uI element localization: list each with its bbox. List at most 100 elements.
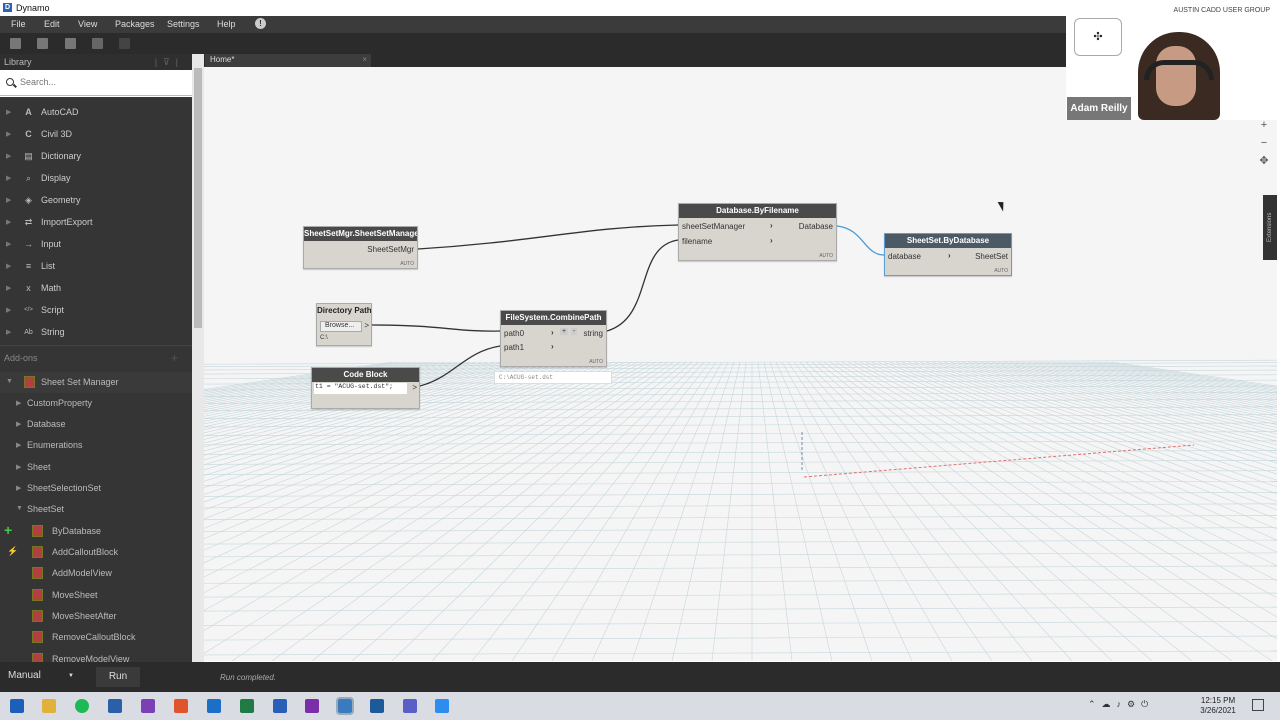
output-port[interactable]: SheetSet — [975, 252, 1008, 261]
expand-arrow-icon: ▶ — [16, 485, 22, 492]
wire-combine-path[interactable] — [606, 239, 679, 332]
output-port[interactable]: > — [412, 383, 417, 392]
outlook-icon[interactable] — [207, 699, 221, 713]
wire-database[interactable] — [836, 225, 885, 256]
library-scrollbar[interactable] — [192, 54, 204, 662]
node-database-byfilename[interactable]: Database.ByFilename sheetSetManager › fi… — [678, 203, 837, 261]
add-package-icon[interactable]: + — [171, 351, 178, 365]
app-icon[interactable] — [370, 699, 384, 713]
node-item-bydatabase[interactable]: + ByDatabase — [0, 521, 192, 542]
output-port[interactable]: > — [364, 321, 369, 330]
menu-file[interactable]: File — [11, 19, 26, 29]
library-category-input[interactable]: ▶ → Input — [0, 234, 192, 256]
notification-center-icon[interactable] — [1252, 699, 1264, 711]
scroll-thumb[interactable] — [194, 68, 202, 328]
menu-help[interactable]: Help — [217, 19, 236, 29]
zoom-icon[interactable] — [435, 699, 449, 713]
file-explorer-icon[interactable] — [42, 699, 56, 713]
expand-arrow-icon: ▶ — [6, 307, 12, 314]
zoom-out-icon[interactable]: − — [1255, 134, 1273, 152]
node-directory-path[interactable]: Directory Path Browse... > C:\ — [316, 303, 372, 346]
node-item-movesheetafter[interactable]: MoveSheetAfter — [0, 606, 192, 627]
node-code-block[interactable]: Code Block t1 = "ACUG-set.dst"; > — [311, 367, 420, 409]
menu-packages[interactable]: Packages — [115, 19, 155, 29]
system-tray-icons[interactable]: ⌃☁♪⚙⏻ — [1088, 699, 1154, 710]
library-category-display[interactable]: ▶ ⌕ Display — [0, 168, 192, 190]
subcategory-database[interactable]: ▶ Database — [0, 414, 192, 435]
library-category-civil3d[interactable]: ▶ C Civil 3D — [0, 124, 192, 146]
subcategory-customproperty[interactable]: ▶ CustomProperty — [0, 393, 192, 414]
menu-edit[interactable]: Edit — [44, 19, 60, 29]
browse-button[interactable]: Browse... — [320, 321, 362, 332]
preview-bubble[interactable]: C:\ACUG-set.dst — [494, 371, 612, 384]
dynamo-taskbar-icon[interactable] — [336, 697, 354, 715]
subcategory-sheetselectionset[interactable]: ▶ SheetSelectionSet — [0, 478, 192, 499]
node-item-addcalloutblock[interactable]: ⚡ AddCalloutBlock — [0, 542, 192, 563]
node-sheetset-bydatabase[interactable]: SheetSet.ByDatabase database › SheetSet … — [884, 233, 1012, 276]
expand-arrow-icon: ▶ — [6, 241, 12, 248]
teams-icon[interactable] — [403, 699, 417, 713]
library-category-geometry[interactable]: ▶ ◈ Geometry — [0, 190, 192, 212]
menu-view[interactable]: View — [78, 19, 97, 29]
calculator-icon[interactable] — [108, 699, 122, 713]
node-label: RemoveCalloutBlock — [52, 632, 136, 642]
run-button[interactable]: Run — [96, 667, 140, 687]
undo-icon[interactable] — [92, 38, 103, 49]
subcategory-enumerations[interactable]: ▶ Enumerations — [0, 435, 192, 456]
tab-home[interactable]: Home* × — [205, 54, 371, 67]
brave-browser-icon[interactable] — [174, 699, 188, 713]
node-item-removecalloutblock[interactable]: RemoveCalloutBlock — [0, 627, 192, 648]
library-category-string[interactable]: ▶ Ab String — [0, 322, 192, 344]
input-port-path0[interactable]: path0 — [504, 329, 524, 338]
library-category-dictionary[interactable]: ▶ ▤ Dictionary — [0, 146, 192, 168]
visual-studio-icon[interactable] — [141, 699, 155, 713]
menu-settings[interactable]: Settings — [167, 19, 200, 29]
workspace-canvas[interactable]: SheetSetMgr.SheetSetManager SheetSetMgr … — [204, 67, 1277, 661]
input-port-filename[interactable]: filename — [682, 237, 712, 246]
package-sheet-set-manager[interactable]: ▼ Sheet Set Manager — [0, 372, 192, 393]
windows-start-icon[interactable] — [10, 699, 24, 713]
wire-sheetsetmgr[interactable] — [417, 224, 679, 250]
run-mode-select[interactable]: Manual ▼ — [4, 667, 80, 687]
subcategory-sheet[interactable]: ▶ Sheet — [0, 457, 192, 478]
wire-code-block[interactable] — [419, 345, 501, 387]
node-sheetsetmanager[interactable]: SheetSetMgr.SheetSetManager SheetSetMgr … — [303, 226, 418, 269]
output-port[interactable]: Database — [799, 222, 833, 231]
add-input-button[interactable]: + — [560, 328, 569, 335]
library-category-script[interactable]: ▶ </> Script — [0, 300, 192, 322]
wire-directory-path[interactable] — [371, 324, 501, 332]
output-port[interactable]: SheetSetMgr — [367, 245, 414, 254]
library-category-autocad[interactable]: ▶ A AutoCAD — [0, 102, 192, 124]
input-port-database[interactable]: database — [888, 252, 921, 261]
close-icon[interactable]: × — [362, 55, 367, 64]
notification-icon[interactable]: ! — [255, 18, 266, 29]
pan-icon[interactable]: ✥ — [1255, 152, 1273, 170]
extensions-panel-tab[interactable]: Extensions — [1263, 195, 1277, 260]
remove-input-button[interactable]: - — [571, 328, 578, 335]
node-item-removemodelview[interactable]: RemoveModelView — [0, 649, 192, 662]
node-item-addmodelview[interactable]: AddModelView — [0, 563, 192, 584]
search-input[interactable] — [20, 77, 180, 87]
code-editor[interactable]: t1 = "ACUG-set.dst"; — [314, 383, 407, 394]
library-category-list[interactable]: ▶ ≡ List — [0, 256, 192, 278]
open-file-icon[interactable] — [37, 38, 48, 49]
directory-value: C:\ — [320, 335, 328, 341]
spotify-icon[interactable] — [75, 699, 89, 713]
onenote-icon[interactable] — [305, 699, 319, 713]
excel-icon[interactable] — [240, 699, 254, 713]
library-controls-icon[interactable]: |⊽| — [155, 57, 184, 68]
output-port[interactable]: string — [583, 329, 603, 338]
save-icon[interactable] — [65, 38, 76, 49]
node-filesystem-combinepath[interactable]: FileSystem.CombinePath path0 › + - path1… — [500, 310, 607, 367]
input-icon: → — [24, 239, 33, 249]
node-item-movesheet[interactable]: MoveSheet — [0, 585, 192, 606]
subcategory-sheetset[interactable]: ▼ SheetSet — [0, 499, 192, 520]
taskbar-clock[interactable]: 12:15 PM 3/26/2021 — [1198, 696, 1238, 716]
library-category-importexport[interactable]: ▶ ⇄ ImportExport — [0, 212, 192, 234]
redo-icon[interactable] — [119, 38, 130, 49]
input-port-path1[interactable]: path1 — [504, 343, 524, 352]
library-category-math[interactable]: ▶ x Math — [0, 278, 192, 300]
new-file-icon[interactable] — [10, 38, 21, 49]
word-icon[interactable] — [273, 699, 287, 713]
input-port-sheetsetmanager[interactable]: sheetSetManager — [682, 222, 745, 231]
